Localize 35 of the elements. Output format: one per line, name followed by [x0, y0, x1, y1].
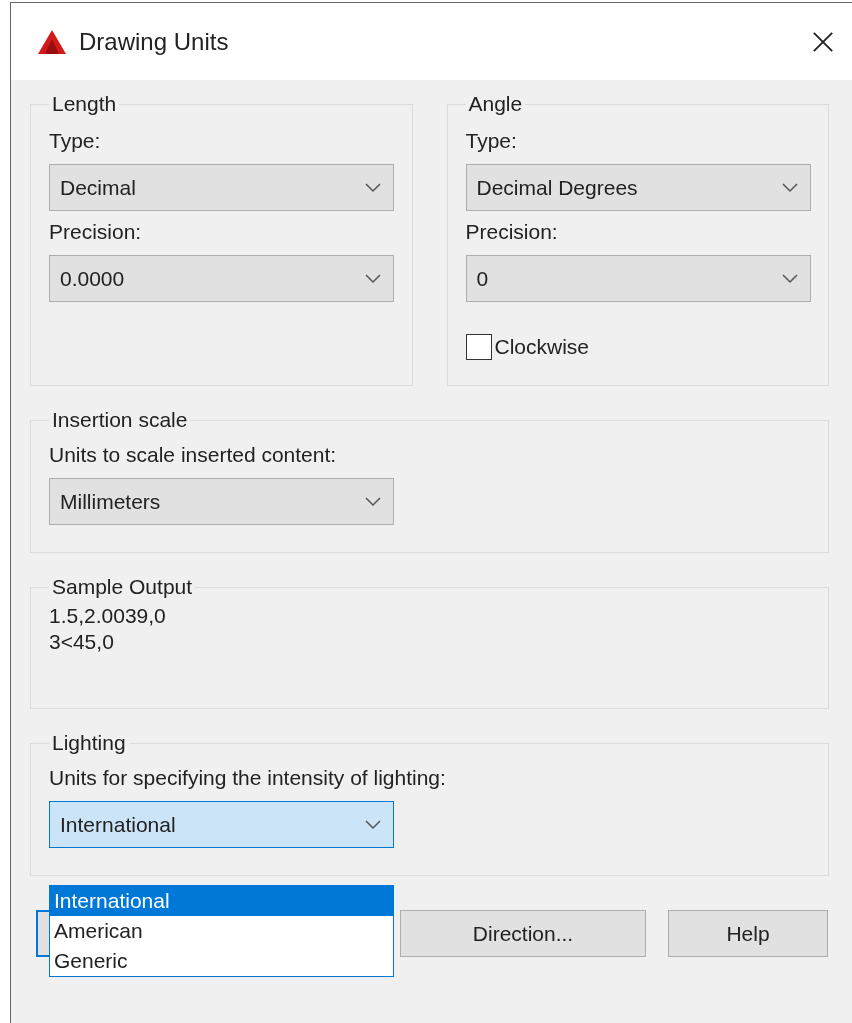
output-line: 3<45,0 — [49, 629, 114, 655]
group-title: Insertion scale — [51, 407, 189, 433]
chevron-icon — [781, 182, 798, 193]
field-label: Type: — [49, 128, 101, 154]
group-title: Angle — [467, 91, 524, 117]
length-precision-dropdown[interactable]: 0.0000 — [49, 255, 394, 302]
dialog-button[interactable]: Direction... — [400, 910, 646, 957]
dropdown-option[interactable]: International — [50, 886, 393, 916]
field-label: Precision: — [465, 219, 558, 245]
field-label: Precision: — [49, 219, 142, 245]
dialog-button[interactable]: Help — [668, 910, 828, 957]
chevron-icon — [365, 819, 381, 830]
close-icon[interactable] — [812, 30, 834, 53]
length-type-dropdown[interactable]: Decimal — [49, 164, 394, 211]
chevron-icon — [365, 496, 381, 507]
group-title: Length — [51, 91, 118, 117]
checkbox[interactable] — [465, 334, 492, 360]
field-label: Units for specifying the intensity of lighting: — [49, 765, 446, 791]
output-line: 1.5,2.0039,0 — [49, 603, 166, 629]
logo-icon — [37, 28, 67, 55]
group-title: Sample Output — [51, 574, 194, 600]
dropdown-option[interactable]: American — [50, 916, 393, 946]
group-title: Lighting — [51, 730, 127, 756]
chevron-icon — [781, 273, 798, 284]
units-dropdown[interactable]: Millimeters — [49, 478, 394, 525]
field-label: Type: — [465, 128, 517, 154]
angle-type-dropdown[interactable]: Decimal Degrees — [465, 164, 811, 211]
lighting-units-dropdown[interactable]: International — [49, 801, 394, 848]
checkbox-label[interactable]: Clockwise — [494, 335, 590, 359]
chevron-icon — [365, 273, 381, 284]
angle-precision-dropdown[interactable]: 0 — [465, 255, 811, 302]
window-title: Drawing Units — [79, 27, 230, 56]
chevron-icon — [365, 182, 381, 193]
field-label: Units to scale inserted content: — [49, 442, 337, 468]
dropdown-option[interactable]: Generic — [50, 946, 393, 976]
